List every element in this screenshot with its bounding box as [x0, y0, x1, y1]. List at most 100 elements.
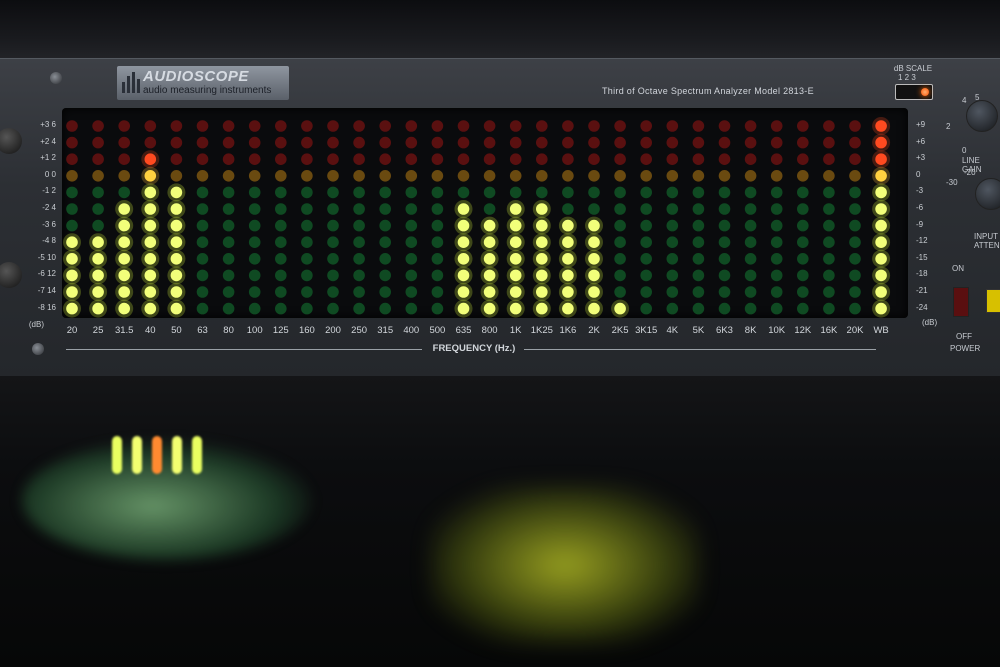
led-63-5	[196, 236, 209, 248]
led-125-6	[275, 219, 287, 232]
led-63-8	[196, 186, 209, 199]
power-switch[interactable]	[953, 287, 969, 317]
led-1K6-5	[562, 236, 574, 248]
led-125-8	[275, 186, 287, 199]
led-1K6-11	[562, 136, 574, 149]
led-12K-12	[797, 120, 809, 132]
led-400-8	[405, 186, 418, 199]
led-25-11	[92, 136, 104, 149]
led-25-12	[92, 120, 104, 132]
led-200-4	[327, 253, 339, 265]
led-2K5-5	[614, 236, 626, 248]
led-10K-10	[770, 153, 783, 165]
led-315-3	[379, 269, 392, 282]
led-16K-12	[823, 120, 835, 132]
led-400-5	[405, 236, 418, 248]
right-scale-label: -15	[916, 252, 928, 262]
db-scale-switch[interactable]	[895, 84, 933, 100]
led-1K25-2	[536, 286, 548, 298]
led-800-2	[483, 286, 496, 298]
led-800-6	[483, 219, 496, 232]
led-50-3	[170, 269, 183, 282]
input-select-button[interactable]	[986, 289, 1000, 313]
led-31.5-9	[118, 170, 130, 182]
led-20K-1	[849, 302, 861, 315]
led-1K6-8	[562, 186, 574, 199]
brand-tagline: audio measuring instruments	[143, 85, 272, 96]
led-160-7	[301, 203, 313, 215]
led-10K-2	[770, 286, 783, 298]
led-500-11	[431, 136, 444, 149]
led-50-11	[170, 136, 183, 149]
led-250-6	[353, 219, 365, 232]
right-scale-label: 0	[916, 169, 921, 179]
led-100-6	[248, 219, 261, 232]
led-2K-3	[588, 269, 600, 282]
led-40-8	[144, 186, 157, 199]
led-8K-8	[744, 186, 757, 199]
line-gain-knob[interactable]	[966, 100, 998, 132]
led-25-5	[92, 236, 104, 248]
led-2K5-2	[614, 286, 626, 298]
led-16K-1	[823, 302, 835, 315]
led-2K-10	[588, 153, 600, 165]
led-100-3	[248, 269, 261, 282]
led-80-8	[222, 186, 235, 199]
led-16K-4	[823, 253, 835, 265]
led-80-1	[222, 302, 235, 315]
led-2K5-8	[614, 186, 626, 199]
led-3K15-1	[640, 302, 652, 315]
led-635-1	[457, 302, 470, 315]
led-1K25-4	[536, 253, 548, 265]
green-reflection-blur	[22, 440, 312, 560]
led-80-2	[222, 286, 235, 298]
led-315-11	[379, 136, 392, 149]
led-200-10	[327, 153, 339, 165]
power-off-label: OFF	[956, 332, 972, 341]
led-12K-11	[797, 136, 809, 149]
led-6K3-1	[718, 302, 731, 315]
led-50-1	[170, 302, 183, 315]
led-1K-11	[509, 136, 522, 149]
led-1K6-6	[562, 219, 574, 232]
db-scale-options: 1 2 3	[898, 73, 916, 82]
led-20K-6	[849, 219, 861, 232]
led-12K-2	[797, 286, 809, 298]
led-1K-7	[509, 203, 522, 215]
led-315-4	[379, 253, 392, 265]
led-10K-12	[770, 120, 783, 132]
reflection-streak	[132, 436, 142, 474]
led-80-9	[222, 170, 235, 182]
led-2K5-12	[614, 120, 626, 132]
led-635-6	[457, 219, 470, 232]
led-1K-10	[509, 153, 522, 165]
led-500-1	[431, 302, 444, 315]
led-10K-4	[770, 253, 783, 265]
led-6K3-4	[718, 253, 731, 265]
left-scale-label: -7 14	[37, 286, 56, 295]
led-125-10	[275, 153, 287, 165]
led-10K-8	[770, 186, 783, 199]
led-2K-8	[588, 186, 600, 199]
led-6K3-11	[718, 136, 731, 149]
led-160-12	[301, 120, 313, 132]
left-scale-label: -5 10	[37, 252, 56, 262]
led-100-9	[248, 170, 261, 182]
led-20-6	[66, 219, 78, 232]
led-WB-1	[875, 302, 887, 315]
led-250-9	[353, 170, 365, 182]
led-125-9	[275, 170, 287, 182]
input-atten-knob[interactable]	[975, 178, 1000, 210]
led-12K-10	[797, 153, 809, 165]
frequency-axis-title: FREQUENCY (Hz.)	[432, 343, 516, 354]
led-160-8	[301, 186, 313, 199]
led-6K3-2	[718, 286, 731, 298]
led-200-11	[327, 136, 339, 149]
led-3K15-2	[640, 286, 652, 298]
reflection-streak	[172, 436, 182, 474]
led-20K-3	[849, 269, 861, 282]
led-1K-4	[509, 253, 522, 265]
led-6K3-7	[718, 203, 731, 215]
led-1K6-9	[562, 170, 574, 182]
led-20K-12	[849, 120, 861, 132]
